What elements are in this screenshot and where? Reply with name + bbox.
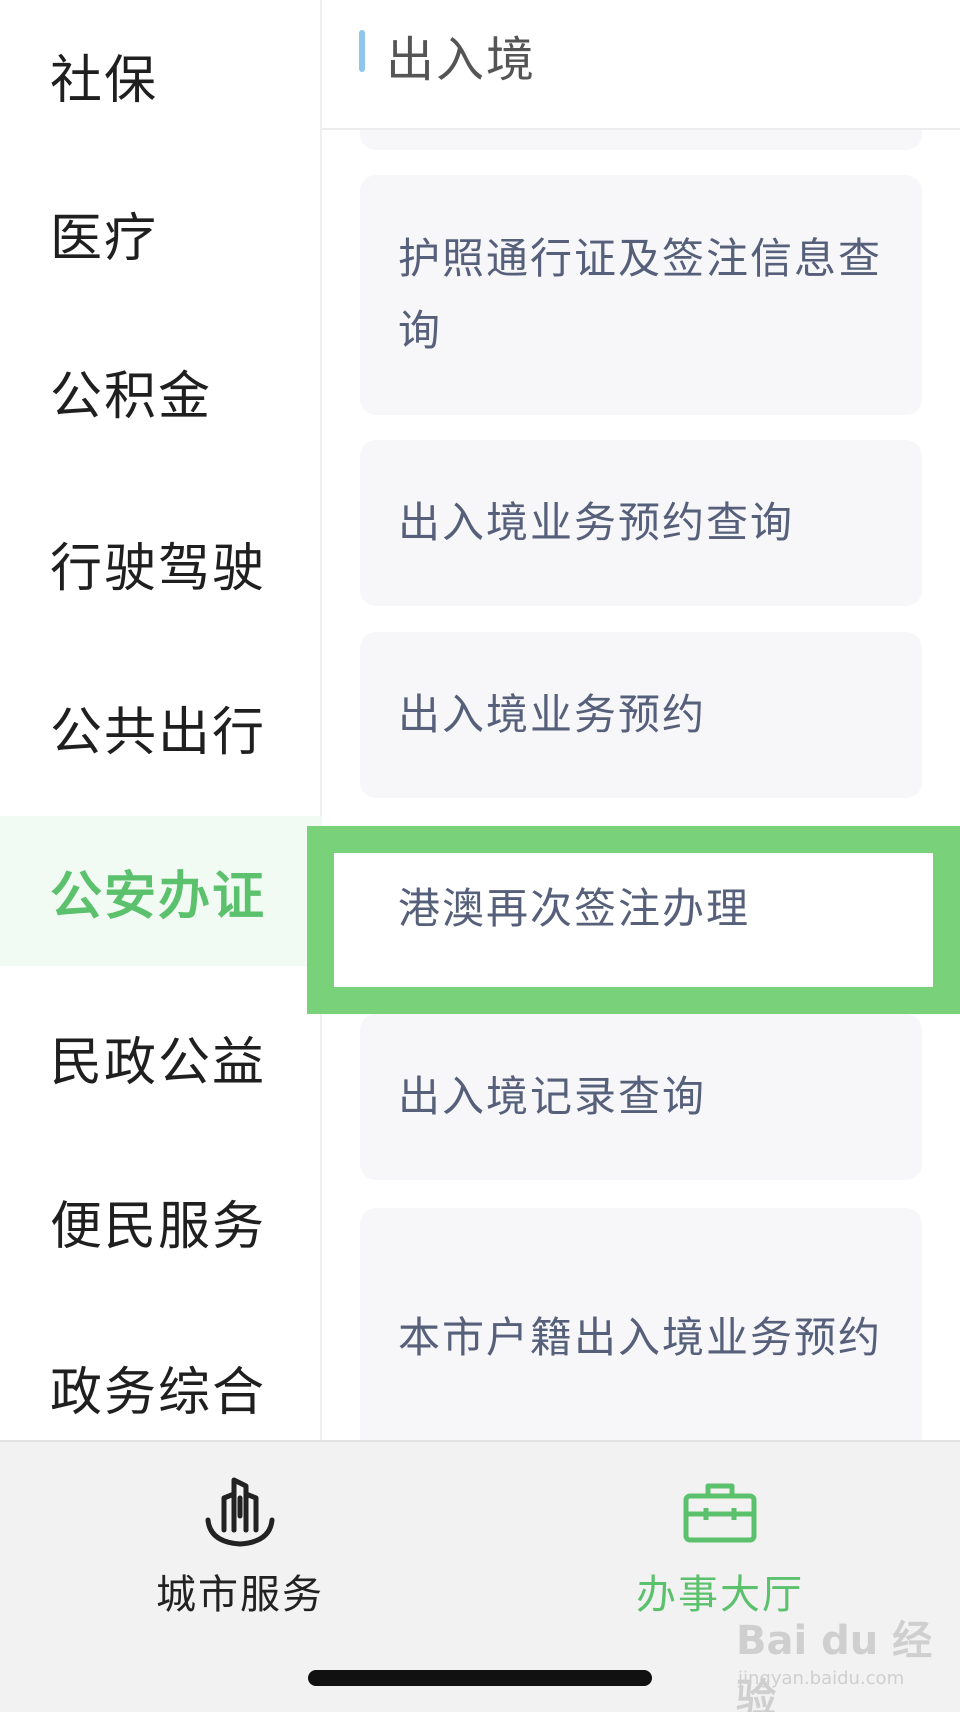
service-card-label: 本市户籍出入境业务预约	[398, 1313, 883, 1362]
watermark-logo-text: Bai du 经验	[736, 1618, 933, 1712]
sidebar-item-driving[interactable]: 行驶驾驶	[0, 488, 322, 638]
home-indicator[interactable]	[308, 1670, 652, 1686]
service-card-appointment[interactable]: 出入境业务预约	[360, 632, 922, 798]
app-screen: 社保 医疗 公积金 行驶驾驶 公共出行 公安办证 民政公益 便民服务 政务综合 …	[0, 0, 960, 1712]
tab-label: 城市服务	[156, 1572, 324, 1618]
service-card-passport-visa-query[interactable]: 护照通行证及签注信息查询	[360, 175, 922, 415]
service-card-label: 出入境记录查询	[398, 1072, 707, 1121]
category-sidebar: 社保 医疗 公积金 行驶驾驶 公共出行 公安办证 民政公益 便民服务 政务综合	[0, 0, 322, 1440]
sidebar-item-housing-fund[interactable]: 公积金	[0, 316, 322, 466]
section-header: 出入境	[322, 0, 960, 130]
service-card-label: 出入境业务预约	[398, 690, 707, 739]
tab-city-services[interactable]: 城市服务	[0, 1442, 480, 1642]
watermark-url: jingyan.baidu.com	[738, 1668, 905, 1689]
sidebar-item-civil-affairs[interactable]: 民政公益	[0, 982, 322, 1132]
sidebar-item-convenience-services[interactable]: 便民服务	[0, 1146, 322, 1296]
sidebar-item-social-security[interactable]: 社保	[0, 0, 322, 150]
service-card-label: 出入境业务预约查询	[398, 498, 795, 547]
sidebar-item-medical[interactable]: 医疗	[0, 158, 322, 308]
baidu-jingyan-watermark: Bai du 经验 jingyan.baidu.com	[736, 1608, 936, 1712]
briefcase-icon	[683, 1483, 757, 1543]
service-card-local-residence-appointment[interactable]: 本市户籍出入境业务预约	[360, 1208, 922, 1440]
highlight-annotation-box	[307, 826, 960, 1014]
service-card-label: 护照通行证及签注信息查询	[398, 234, 883, 355]
service-list-panel: 出入境 护照通行证及签注信息查询 出入境业务预约查询 出入境业务预约 港澳再次签…	[322, 0, 960, 1440]
service-card-entry-exit-records[interactable]: 出入境记录查询	[360, 1014, 922, 1180]
sidebar-item-public-transit[interactable]: 公共出行	[0, 652, 322, 802]
section-accent-bar	[359, 30, 365, 72]
sidebar-item-police-certificates[interactable]: 公安办证	[0, 816, 322, 966]
section-title: 出入境	[386, 32, 537, 88]
city-buildings-icon	[205, 1477, 275, 1547]
service-card-appointment-query[interactable]: 出入境业务预约查询	[360, 440, 922, 606]
